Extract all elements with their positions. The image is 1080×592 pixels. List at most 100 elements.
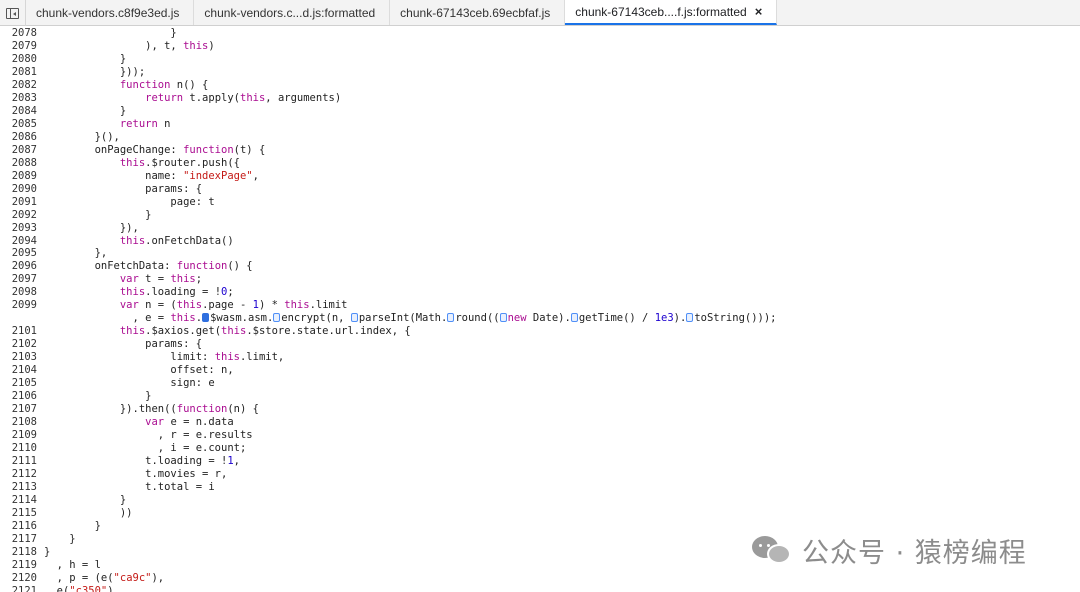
code-line: 2114 } — [0, 494, 1080, 507]
line-number[interactable]: 2098 — [0, 286, 40, 299]
line-number[interactable]: 2088 — [0, 157, 40, 170]
code-line: 2109 , r = e.results — [0, 429, 1080, 442]
line-number[interactable]: 2105 — [0, 377, 40, 390]
line-number[interactable]: 2086 — [0, 131, 40, 144]
code-line: 2078 } — [0, 27, 1080, 40]
code-text: this.onFetchData() — [119, 234, 234, 247]
code-text: , e = this. $wasm.asm. encrypt(n, parseInt… — [44, 312, 777, 325]
code-text: , h = l — [44, 558, 101, 571]
code-text: onFetchData: function() { — [44, 260, 253, 273]
line-number[interactable]: 2087 — [0, 144, 40, 157]
line-number[interactable]: 2092 — [0, 209, 40, 222]
code-text: var n = (this.page - 1) * this.limit — [119, 299, 348, 312]
line-number[interactable]: 2091 — [0, 196, 40, 209]
code-text: } — [44, 104, 127, 117]
line-number[interactable]: 2097 — [0, 273, 40, 286]
line-number[interactable]: 2095 — [0, 247, 40, 260]
code-text: t.movies = r, — [44, 467, 228, 480]
line-number[interactable]: 2094 — [0, 235, 40, 248]
line-number[interactable]: 2084 — [0, 105, 40, 118]
code-line: 2082 function n() { — [0, 79, 1080, 92]
line-number[interactable]: 2112 — [0, 468, 40, 481]
code-line: 2111 t.loading = !1, — [0, 455, 1080, 468]
tab-chunk-vendors-formatted[interactable]: chunk-vendors.c...d.js:formatted — [194, 0, 391, 25]
code-text: params: { — [44, 338, 203, 351]
sidebar-toggle-icon — [6, 7, 19, 19]
line-number[interactable]: 2106 — [0, 390, 40, 403]
tab-chunk-67143ceb-formatted[interactable]: chunk-67143ceb....f.js:formatted × — [565, 0, 778, 25]
code-text: var e = n.data — [145, 416, 234, 429]
code-text: , r = e.results — [44, 429, 253, 442]
code-line: 2097 var t = this; — [0, 273, 1080, 286]
line-number[interactable]: 2079 — [0, 40, 40, 53]
code-line: 2105 sign: e — [0, 377, 1080, 390]
code-line: 2107 }).then((function(n) { — [0, 403, 1080, 416]
line-number[interactable]: 2104 — [0, 364, 40, 377]
line-number[interactable]: 2118 — [0, 546, 40, 559]
line-number[interactable]: 2100 — [0, 312, 40, 325]
line-number[interactable]: 2081 — [0, 66, 40, 79]
code-line: 2083 return t.apply(this, arguments) — [0, 92, 1080, 105]
code-text: } — [44, 52, 127, 65]
code-line: 2088 this.$router.push({ — [0, 157, 1080, 170]
line-number[interactable]: 2114 — [0, 494, 40, 507]
line-number[interactable]: 2119 — [0, 559, 40, 572]
line-number[interactable]: 2116 — [0, 520, 40, 533]
code-line: 2103 limit: this.limit, — [0, 351, 1080, 364]
line-number[interactable]: 2111 — [0, 455, 40, 468]
line-number[interactable]: 2120 — [0, 572, 40, 585]
code-line: 2093 }), — [0, 222, 1080, 235]
line-number[interactable]: 2099 — [0, 299, 40, 312]
tab-label: chunk-67143ceb....f.js:formatted — [575, 4, 747, 19]
line-number[interactable]: 2093 — [0, 222, 40, 235]
navigator-toggle-button[interactable] — [0, 0, 26, 26]
line-number[interactable]: 2117 — [0, 533, 40, 546]
code-line: 2092 } — [0, 209, 1080, 222]
line-number[interactable]: 2096 — [0, 260, 40, 273]
code-text: }).then((function(n) { — [44, 403, 259, 416]
code-text: }, — [44, 247, 108, 260]
code-line: 2102 params: { — [0, 338, 1080, 351]
source-code-editor[interactable]: 2078 } 2079 ), t, this) 2080 } 2081 })); 208… — [0, 27, 1080, 592]
tab-chunk-67143ceb[interactable]: chunk-67143ceb.69ecbfaf.js — [390, 0, 566, 25]
line-number[interactable]: 2078 — [0, 27, 40, 40]
tab-label: chunk-67143ceb.69ecbfaf.js — [400, 5, 551, 20]
line-number[interactable]: 2083 — [0, 92, 40, 105]
watermark: 公众号 · 猿榜编程 — [752, 530, 1027, 570]
code-text: this.$axios.get(this.$store.state.url.in… — [119, 325, 411, 338]
line-number[interactable]: 2113 — [0, 481, 40, 494]
line-number[interactable]: 2103 — [0, 351, 40, 364]
line-number[interactable]: 2110 — [0, 442, 40, 455]
line-number[interactable]: 2090 — [0, 183, 40, 196]
code-text: )) — [44, 506, 133, 519]
code-line: 2080 } — [0, 53, 1080, 66]
line-number[interactable]: 2082 — [0, 79, 40, 92]
code-text: })); — [44, 65, 146, 78]
code-line: 2086 }(), — [0, 131, 1080, 144]
code-line: 2121 e("c350") — [0, 585, 1080, 592]
line-number[interactable]: 2080 — [0, 53, 40, 66]
line-number[interactable]: 2115 — [0, 507, 40, 520]
code-text: params: { — [44, 182, 203, 195]
line-number[interactable]: 2108 — [0, 416, 40, 429]
code-line: 2108 var e = n.data — [0, 416, 1080, 429]
close-icon[interactable]: × — [755, 4, 763, 19]
code-line: 2089 name: "indexPage", — [0, 170, 1080, 183]
line-number[interactable]: 2089 — [0, 170, 40, 183]
line-number[interactable]: 2121 — [0, 585, 40, 592]
line-number[interactable]: 2109 — [0, 429, 40, 442]
code-text: var t = this; — [119, 273, 203, 286]
code-line: 2090 params: { — [0, 183, 1080, 196]
line-number[interactable]: 2101 — [0, 325, 40, 338]
code-line: 2113 t.total = i — [0, 481, 1080, 494]
code-text: } — [44, 390, 152, 403]
line-number[interactable]: 2107 — [0, 403, 40, 416]
line-number[interactable]: 2102 — [0, 338, 40, 351]
code-text: limit: this.limit, — [44, 351, 285, 364]
tab-chunk-vendors[interactable]: chunk-vendors.c8f9e3ed.js — [26, 0, 195, 25]
code-line: 2085 return n — [0, 118, 1080, 131]
code-text: this.$router.push({ — [119, 156, 240, 169]
code-text: , p = (e("ca9c"), — [44, 571, 165, 584]
line-number[interactable]: 2085 — [0, 118, 40, 131]
code-line: 2115 )) — [0, 507, 1080, 520]
